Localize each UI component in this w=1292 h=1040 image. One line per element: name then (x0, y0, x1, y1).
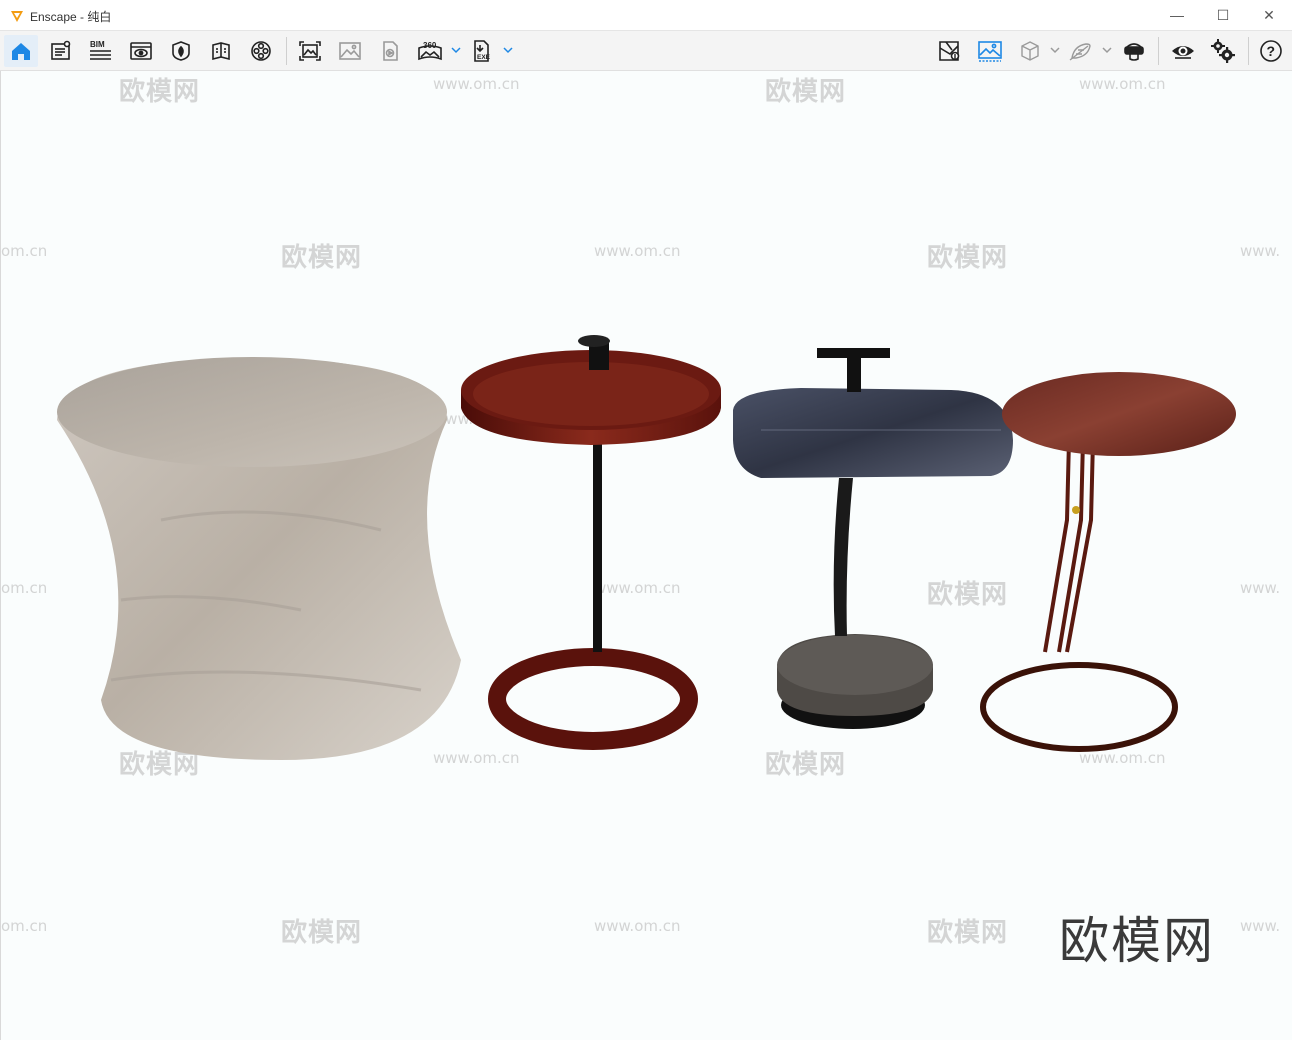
project-notes-icon (51, 40, 71, 60)
bim-icon: BIM (90, 40, 111, 60)
bim-label: BIM (90, 40, 105, 49)
settings-icon (1211, 39, 1235, 63)
home-button[interactable] (4, 35, 38, 67)
atmosphere-button[interactable] (244, 35, 278, 67)
eye-icon (1172, 46, 1194, 59)
material-editor-icon (212, 42, 230, 61)
batch-render-button[interactable] (333, 35, 367, 67)
chevron-down-icon[interactable] (1102, 43, 1112, 57)
view-management-icon (130, 42, 152, 60)
walnut-round-table (980, 372, 1236, 752)
home-icon (12, 43, 30, 60)
window-title: Enscape - 纯白 (30, 10, 112, 24)
orthographic-icon (1069, 43, 1091, 61)
help-icon: ? (1260, 40, 1282, 62)
export-exe-button[interactable]: EXE (465, 35, 499, 67)
material-editor-button[interactable] (204, 35, 238, 67)
enscape-logo-icon (11, 11, 23, 22)
chevron-down-icon[interactable] (1050, 43, 1060, 57)
video-render-button[interactable] (373, 35, 407, 67)
orthographic-button[interactable] (1064, 35, 1098, 67)
export-exe-label: EXE (477, 54, 491, 61)
atmosphere-icon (251, 41, 271, 61)
panorama-360-icon: 360 (418, 41, 442, 61)
sync-views-button[interactable] (933, 35, 967, 67)
sync-views-icon (939, 41, 960, 61)
close-button[interactable]: ✕ (1246, 0, 1292, 30)
wood-tray-table (461, 335, 721, 750)
toolbar-separator (1158, 37, 1159, 65)
maximize-button[interactable]: ☐ (1200, 0, 1246, 30)
chevron-down-icon[interactable] (503, 43, 513, 57)
marble-top-table (733, 348, 1013, 729)
stone-stool (57, 357, 461, 760)
settings-button[interactable] (1206, 35, 1240, 67)
title-bar: Enscape - 纯白 — ☐ ✕ (0, 0, 1292, 31)
asset-library-button[interactable] (164, 35, 198, 67)
help-button[interactable]: ? (1254, 35, 1288, 67)
render-viewport[interactable]: 欧模网 www.om.cn 欧模网 www.om.cn om.cn 欧模网 ww… (0, 71, 1292, 1040)
toolbar-separator (286, 37, 287, 65)
chevron-down-icon[interactable] (451, 43, 461, 57)
screenshot-icon (299, 41, 321, 61)
export-exe-icon: EXE (474, 40, 491, 62)
minimize-button[interactable]: — (1154, 0, 1200, 30)
capture-image-icon (978, 41, 1002, 62)
video-render-icon (383, 41, 398, 61)
batch-render-icon (339, 42, 361, 60)
brand-logo-text: 欧模网 (1059, 912, 1215, 970)
vr-headset-button[interactable] (1117, 35, 1151, 67)
asset-library-icon (172, 41, 190, 61)
panorama-360-button[interactable]: 360 (413, 35, 447, 67)
toolbar-separator (1248, 37, 1249, 65)
render-scene (57, 335, 1236, 760)
vr-headset-icon (1124, 43, 1144, 61)
visual-settings-cube-icon (1021, 41, 1039, 61)
screenshot-button[interactable] (293, 35, 327, 67)
project-notes-button[interactable] (44, 35, 78, 67)
show-hide-button[interactable] (1166, 35, 1200, 67)
help-label: ? (1267, 43, 1276, 59)
bim-button[interactable]: BIM (84, 35, 118, 67)
capture-image-button[interactable] (973, 35, 1007, 67)
toolbar: BIM 360 EXE ? (0, 31, 1292, 71)
visual-settings-cube-button[interactable] (1013, 35, 1047, 67)
view-management-button[interactable] (124, 35, 158, 67)
